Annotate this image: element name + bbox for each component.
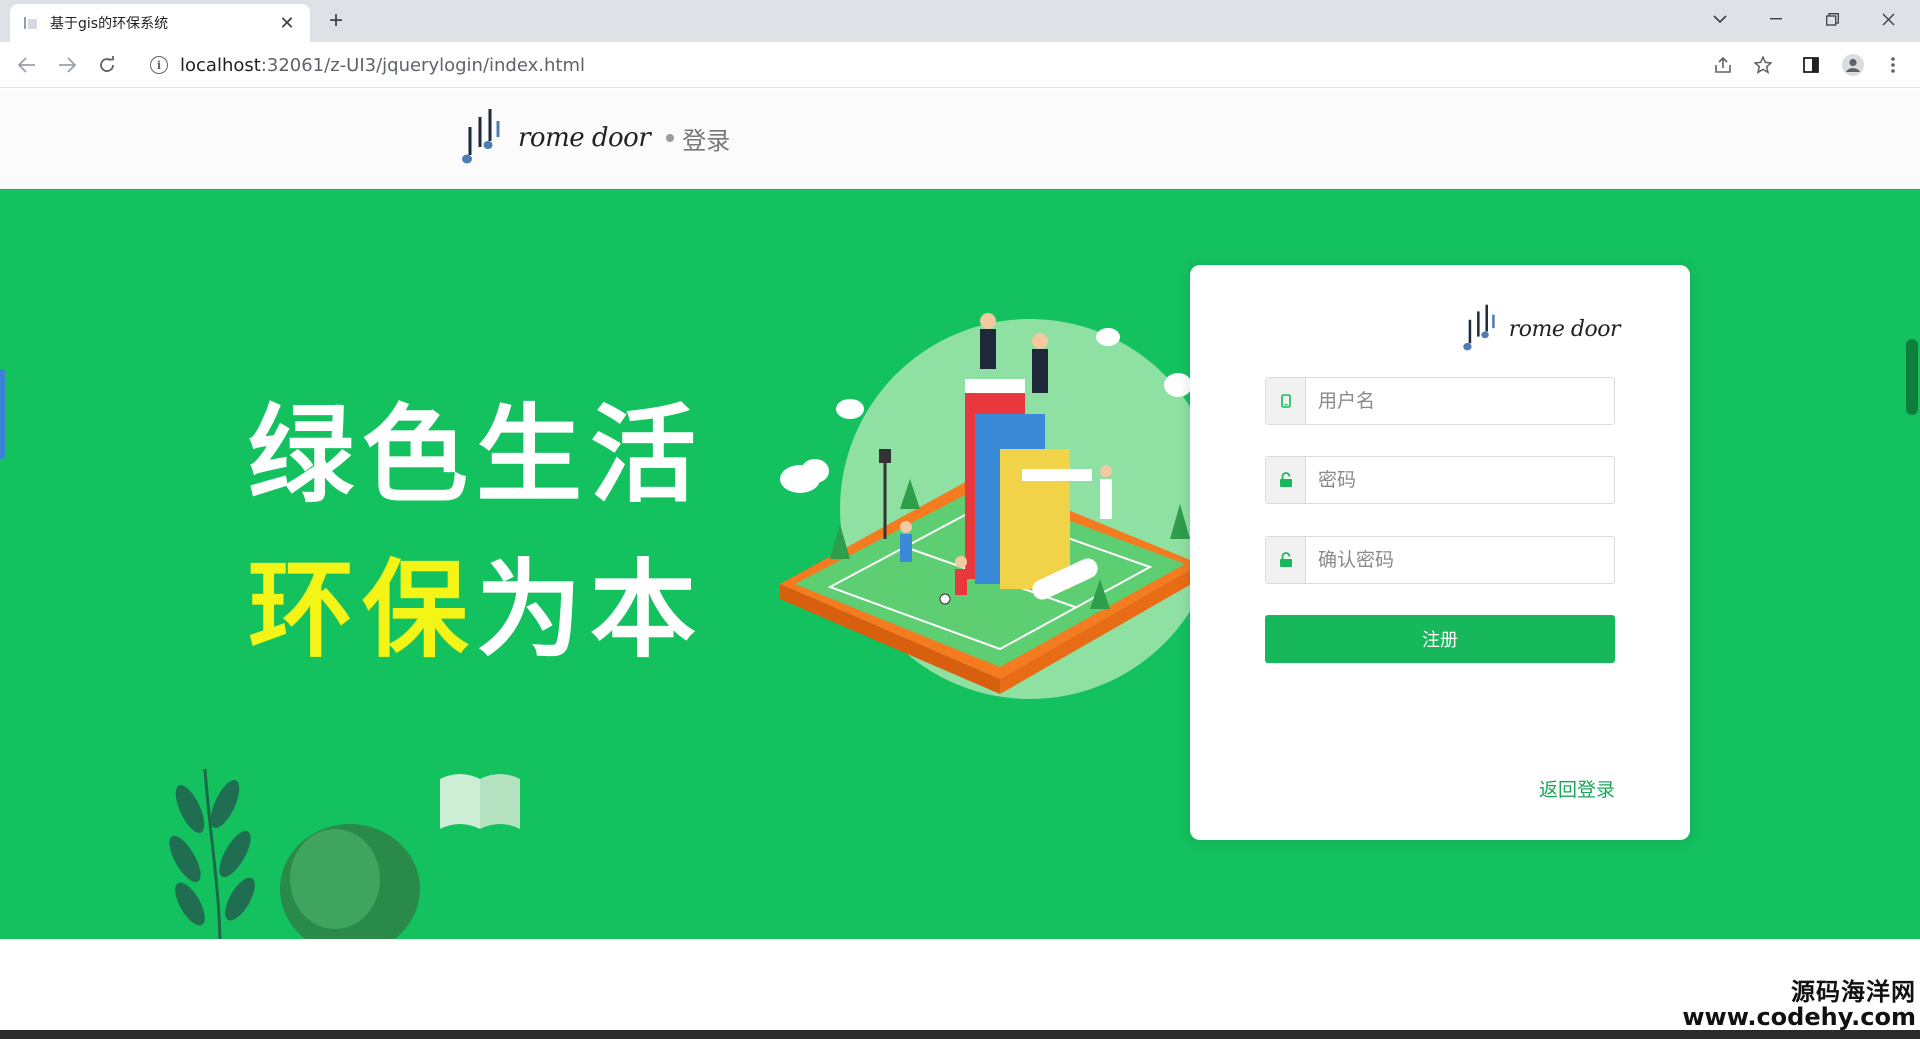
forward-arrow-icon[interactable] (52, 50, 82, 80)
minimize-icon[interactable] (1748, 0, 1804, 38)
campus-illustration (780, 313, 1210, 699)
tab-title: 基于gis的环保系统 (50, 16, 169, 32)
page-favicon-icon (22, 14, 40, 32)
bottom-dark-bar (0, 1030, 1920, 1039)
url-text: localhost:32061/z-UI3/jquerylogin/index.… (180, 55, 585, 76)
watermark-line-2: www.codehy.com (1682, 1003, 1916, 1032)
back-arrow-icon[interactable] (12, 50, 42, 80)
plants-decoration (169, 768, 520, 939)
page-header: rome door 登录 (0, 89, 1920, 189)
url-host: localhost (180, 54, 261, 76)
browser-tab[interactable]: 基于gis的环保系统 ✕ (10, 4, 310, 42)
header-login-label: 登录 (682, 126, 731, 155)
card-logo-icon (1462, 304, 1495, 351)
browser-toolbar: i localhost:32061/z-UI3/jquerylogin/inde… (0, 42, 1920, 88)
slogan-highlight: 环保 (248, 549, 476, 672)
bookmark-star-icon[interactable] (1748, 50, 1778, 80)
browser-tab-bar: 基于gis的环保系统 ✕ + (0, 0, 1920, 42)
lock-icon (1266, 537, 1306, 583)
site-info-icon[interactable]: i (150, 56, 168, 74)
confirm-password-field (1265, 536, 1615, 584)
card-brand-name: rome door (1508, 316, 1621, 342)
menu-kebab-icon[interactable] (1878, 50, 1908, 80)
password-input[interactable] (1306, 457, 1614, 503)
password-field (1265, 456, 1615, 504)
brand-logo-icon (462, 109, 500, 164)
slogan-line-1: 绿色生活 (248, 394, 704, 517)
register-card: rome door 注册 返回登录 (1190, 265, 1690, 840)
new-tab-button[interactable]: + (322, 8, 350, 36)
slogan-rest: 为本 (476, 549, 704, 672)
profile-avatar-icon[interactable] (1838, 50, 1868, 80)
username-input[interactable] (1306, 378, 1614, 424)
share-icon[interactable] (1708, 50, 1738, 80)
brand-name: rome door (518, 123, 651, 153)
reload-icon[interactable] (92, 50, 122, 80)
lock-icon (1266, 457, 1306, 503)
back-to-login-link[interactable]: 返回登录 (1539, 775, 1615, 802)
username-field (1265, 377, 1615, 425)
watermark-line-1: 源码海洋网 (1791, 978, 1916, 1006)
confirm-password-input[interactable] (1306, 537, 1614, 583)
tab-search-icon[interactable] (1692, 0, 1748, 38)
address-bar[interactable]: i localhost:32061/z-UI3/jquerylogin/inde… (140, 49, 1700, 81)
brand-separator-dot (666, 134, 675, 142)
url-path: :32061/z-UI3/jquerylogin/index.html (260, 54, 585, 76)
watermark: 源码海洋网 www.codehy.com (1682, 978, 1916, 1032)
card-brand: rome door (1461, 303, 1621, 355)
side-panel-icon[interactable] (1796, 50, 1826, 80)
close-window-icon[interactable] (1860, 0, 1916, 38)
phone-icon (1266, 378, 1306, 424)
left-edge-marker (0, 369, 5, 459)
tab-close-icon[interactable]: ✕ (276, 13, 298, 34)
restore-icon[interactable] (1804, 0, 1860, 38)
register-button[interactable]: 注册 (1265, 615, 1615, 663)
slogan-line-2: 环保为本 (248, 524, 704, 678)
header-brand[interactable]: rome door 登录 (460, 107, 730, 169)
right-scroll-indicator[interactable] (1906, 339, 1918, 415)
